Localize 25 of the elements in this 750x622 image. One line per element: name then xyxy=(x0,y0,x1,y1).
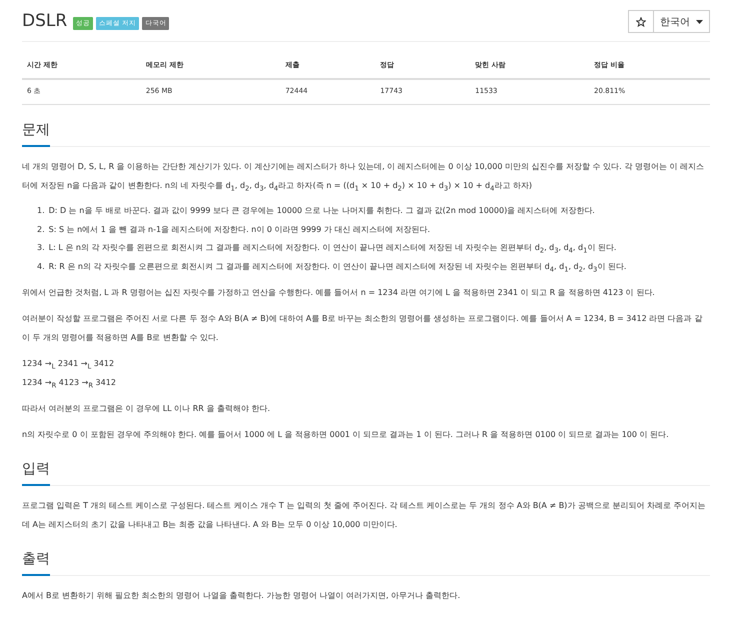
paragraph: 여러분이 작성할 프로그램은 주어진 서로 다른 두 정수 A와 B(A ≠ B)에 대하여 A를 B로 바꾸는 최소한의 명령어를 생성하는 프로그램이다. 예를 들어서 A = 1234, B = 3412 라면 다음과 같이 두 개의 명령어를 적용하면 A를 B로 변환할 수 있다. xyxy=(22,313,704,344)
example-line: 1234 →$_{L}$ 2341 →$_{L}$ 3412 xyxy=(22,359,114,368)
list-item: R: R 은 n의 각 자릿수를 오른편으로 회전시켜 그 결과를 레지스터에 저장한다. 이 연산이 끝나면 레지스터에 저장된 네 자릿수는 왼편부터 d$_{4}$, d$_{1}$, d$_{2}$, d$_{3}$이 된다. xyxy=(48,262,626,270)
section-heading: 출력 xyxy=(22,550,50,576)
example-line: 1234 →$_{R}$ 4123 →$_{R}$ 3412 xyxy=(22,378,116,387)
favorite-button[interactable] xyxy=(628,10,653,33)
section-heading: 입력 xyxy=(22,460,50,486)
list-number: 1. xyxy=(37,206,45,215)
problem-title: DSLR xyxy=(22,10,68,32)
paragraph: A에서 B로 변환하기 위해 필요한 최소한의 명령어 나열을 출력한다. 가능한 명령어 나열이 여러가지면, 아무거나 출력한다. xyxy=(22,590,462,602)
paragraph: n의 자릿수로 0 이 포함된 경우에 주의해야 한다. 예를 들어서 1000 에 L 을 적용하면 0001 이 되므로 결과는 1 이 된다. 그러나 R 을 적용하면 0100 이 되므로 결과는 100 이 된다. xyxy=(22,429,670,441)
language-dropdown[interactable]: 한국어 xyxy=(653,10,710,33)
star-icon xyxy=(636,16,646,26)
list-number: 3. xyxy=(37,243,45,252)
section-heading: 문제 xyxy=(22,121,50,147)
paragraph: 네 개의 명령어 D, S, L, R 을 이용하는 간단한 계산기가 있다. 이 계산기에는 레지스터가 하나 있는데, 이 레지스터에는 0 이상 10,000 미만의 십진수를 저장할 수 있다. 각 명령어는 이 레지스터에 저장된 n을 다음과 같이 변환한다. n의 네 자릿수를 d$_{1}$, d$_{2}$, d$_{3}$, d$_{4}$라고 하자(즉 n = ((d$_{1}$ × 10 + d$_{2}$) × 10 + d$_{3}$) × 10 + d$_{4}$라고 하자) xyxy=(22,161,705,195)
paragraph: 위에서 언급한 것처럼, L 과 R 명령어는 십진 자릿수를 가정하고 연산을 수행한다. 예를 들어서 n = 1234 라면 여기에 L 을 적용하면 2341 이 되고 R 을 적용하면 4123 이 된다. xyxy=(22,287,656,299)
paragraph: 프로그램 입력은 T 개의 테스트 케이스로 구성된다. 테스트 케이스 개수 T 는 입력의 첫 줄에 주어진다. 각 테스트 케이스로는 두 개의 정수 A와 B(A ≠ B)가 공백으로 분리되어 차례로 주어지는데 A는 레지스터의 초기 값을 나타내고 B는 최종 값을 나타낸다. A 와 B는 모두 0 이상 10,000 미만이다. xyxy=(22,500,706,531)
paragraph: 따라서 여러분의 프로그램은 이 경우에 LL 이나 RR 을 출력해야 한다. xyxy=(22,403,272,415)
list-item: D: D 는 n을 두 배로 바꾼다. 결과 값이 9999 보다 큰 경우에는 10000 으로 나눈 나머지를 취한다. 그 결과 값(2n mod 10000)을 레지스터에 저장한다. xyxy=(48,206,595,215)
list-number: 4. xyxy=(37,262,45,270)
caret-icon xyxy=(696,20,703,24)
list-item: L: L 은 n의 각 자릿수를 왼편으로 회전시켜 그 결과를 레지스터에 저장한다. 이 연산이 끝나면 레지스터에 저장된 네 자릿수는 왼편부터 d$_{2}$, d$_{3}$, d$_{4}$, d$_{1}$이 된다. xyxy=(48,243,616,252)
list-number: 2. xyxy=(37,224,45,234)
list-item: S: S 는 n에서 1 을 뺀 결과 n-1을 레지스터에 저장한다. n이 0 이라면 9999 가 대신 레지스터에 저장된다. xyxy=(48,224,430,234)
